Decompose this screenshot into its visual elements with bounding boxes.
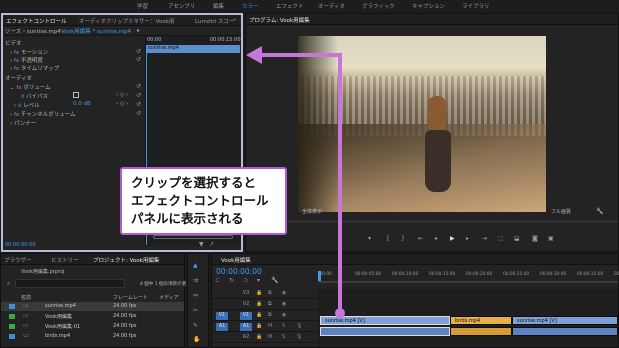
callout-arrow <box>246 46 345 318</box>
callout-line-1: クリップを選択すると <box>131 175 257 190</box>
arrow-head <box>246 46 262 64</box>
arrow-origin-dot <box>335 308 345 318</box>
annotation-callout: クリップを選択すると エフェクトコントロール パネルに表示される <box>120 167 287 235</box>
callout-line-3: パネルに表示される <box>131 211 244 226</box>
callout-line-2: エフェクトコントロール <box>131 193 269 208</box>
